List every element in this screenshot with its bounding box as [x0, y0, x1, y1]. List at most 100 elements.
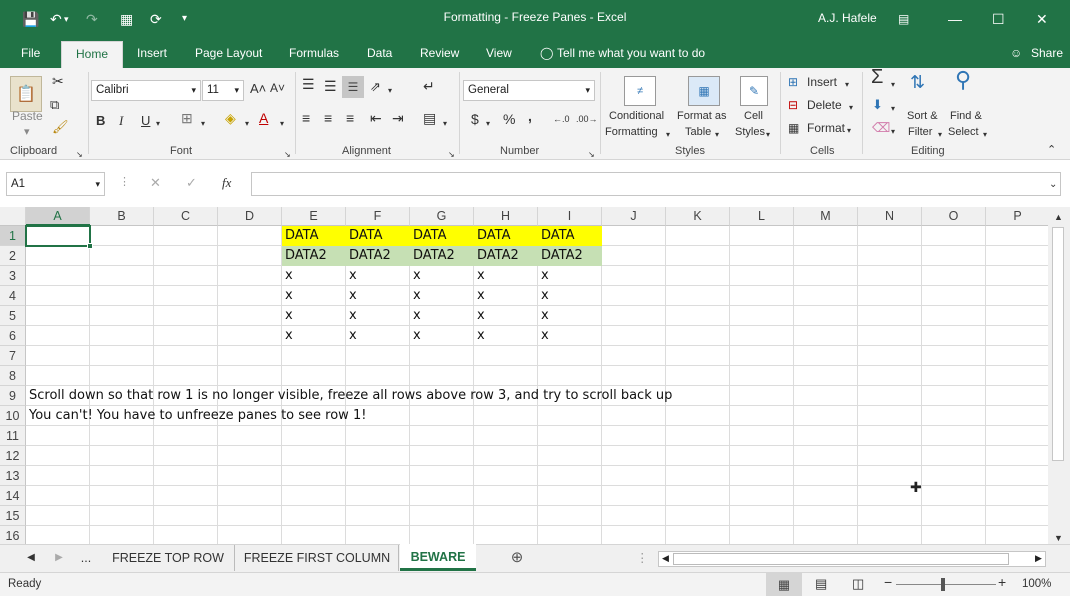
align-right-icon[interactable]: ≡ — [346, 111, 354, 125]
column-header-j[interactable]: J — [602, 207, 666, 226]
new-sheet-icon[interactable]: ⊕ — [507, 545, 527, 571]
fill-dropdown-icon[interactable]: ▾ — [891, 102, 895, 115]
cell-i4[interactable]: x — [538, 286, 549, 305]
cell-styles-dropdown-icon[interactable]: ▾ — [766, 128, 770, 141]
insert-function-button[interactable]: fx — [222, 176, 231, 189]
scroll-tabs-right-icon[interactable]: ▶ — [53, 545, 65, 571]
minimize-icon[interactable]: — — [948, 9, 962, 29]
font-name-box[interactable]: Calibri ▾ — [91, 80, 201, 101]
format-as-table-icon[interactable]: ▦ — [688, 76, 720, 106]
vertical-scroll-thumb[interactable] — [1052, 227, 1064, 461]
row-header-14[interactable]: 14 — [0, 486, 26, 506]
insert-dropdown-icon[interactable]: ▾ — [845, 78, 849, 91]
underline-dropdown-icon[interactable]: ▾ — [156, 117, 160, 130]
align-left-icon[interactable]: ≡ — [302, 111, 310, 125]
tab-file[interactable]: File — [21, 45, 40, 61]
name-box[interactable]: A1 ▾ — [6, 172, 105, 196]
currency-dropdown-icon[interactable]: ▾ — [486, 117, 490, 130]
formula-input[interactable] — [251, 172, 1061, 196]
row-header-1[interactable]: 1 — [0, 226, 26, 246]
tab-insert[interactable]: Insert — [137, 45, 167, 61]
sheet-tab-freeze-first-column[interactable]: FREEZE FIRST COLUMN — [236, 545, 399, 571]
sort-filter-icon[interactable]: ⇅ — [910, 73, 925, 91]
zoom-out-icon[interactable]: − — [884, 575, 892, 589]
column-header-f[interactable]: F — [346, 207, 410, 226]
row-header-11[interactable]: 11 — [0, 426, 26, 446]
underline-button[interactable]: U — [141, 114, 150, 127]
row-header-7[interactable]: 7 — [0, 346, 26, 366]
borders-icon[interactable]: ⊞ — [181, 111, 193, 125]
format-as-table-label1[interactable]: Format as — [677, 110, 727, 123]
insert-button[interactable]: Insert — [807, 76, 837, 89]
tab-view[interactable]: View — [486, 45, 512, 61]
cell-f3[interactable]: x — [346, 266, 357, 285]
zoom-slider[interactable] — [896, 584, 996, 585]
column-header-d[interactable]: D — [218, 207, 282, 226]
cell-f1[interactable]: DATA — [346, 226, 383, 245]
borders-dropdown-icon[interactable]: ▾ — [201, 117, 205, 130]
zoom-slider-thumb[interactable] — [941, 578, 945, 591]
cut-icon[interactable]: ✂ — [52, 74, 64, 88]
merge-dropdown-icon[interactable]: ▾ — [443, 117, 447, 130]
find-select-label2[interactable]: Select — [948, 126, 979, 139]
delete-dropdown-icon[interactable]: ▾ — [849, 101, 853, 114]
scroll-tabs-left-icon[interactable]: ◀ — [25, 545, 37, 571]
find-select-icon[interactable]: ⚲ — [955, 69, 971, 91]
column-header-l[interactable]: L — [730, 207, 794, 226]
column-header-k[interactable]: K — [666, 207, 730, 226]
row-header-2[interactable]: 2 — [0, 246, 26, 266]
fill-color-icon[interactable]: ◈ — [225, 111, 236, 125]
align-center-icon[interactable]: ≡ — [324, 111, 332, 125]
page-break-view-icon[interactable]: ◫ — [852, 577, 864, 590]
autosum-icon[interactable]: Σ — [871, 67, 883, 87]
share-button[interactable]: Share — [1031, 45, 1063, 61]
select-all-corner[interactable] — [0, 207, 26, 226]
insert-cells-icon[interactable]: ⊞ — [788, 76, 798, 89]
paste-dropdown-icon[interactable]: ▾ — [24, 126, 30, 139]
cell-h2[interactable]: DATA2 — [474, 246, 519, 265]
alignment-launcher-icon[interactable]: ↘ — [448, 148, 455, 161]
zoom-in-icon[interactable]: + — [998, 575, 1006, 589]
number-format-dropdown-icon[interactable]: ▾ — [585, 81, 590, 99]
column-header-i[interactable]: I — [538, 207, 602, 226]
column-header-p[interactable]: P — [986, 207, 1048, 226]
spreadsheet-grid[interactable]: ABCDEFGHIJKLMNOP 1 2 3 4 5 6 7 8 9 10 11 12 13 14 15 16… — [0, 207, 1048, 544]
cancel-entry-icon[interactable]: ✕ — [150, 176, 161, 189]
collapse-ribbon-icon[interactable]: ⌃ — [1047, 144, 1056, 157]
bold-button[interactable]: B — [96, 114, 105, 127]
maximize-icon[interactable]: ☐ — [992, 9, 1005, 29]
cell-h1[interactable]: DATA — [474, 226, 511, 245]
increase-decimal-icon[interactable]: ←.0 — [553, 113, 570, 126]
tab-splitter-icon[interactable]: ⋮ — [636, 545, 649, 571]
row-header-16[interactable]: 16 — [0, 526, 26, 544]
row-header-8[interactable]: 8 — [0, 366, 26, 386]
column-header-c[interactable]: C — [154, 207, 218, 226]
cell-f5[interactable]: x — [346, 306, 357, 325]
number-format-box[interactable]: General ▾ — [463, 80, 595, 101]
row-header-13[interactable]: 13 — [0, 466, 26, 486]
wrap-text-icon[interactable]: ↵ — [423, 79, 435, 93]
decrease-decimal-icon[interactable]: .00→ — [576, 113, 598, 126]
column-header-b[interactable]: B — [90, 207, 154, 226]
font-color-dropdown-icon[interactable]: ▾ — [280, 117, 284, 130]
scroll-up-icon[interactable]: ▲ — [1054, 211, 1063, 224]
row-header-10[interactable]: 10 — [0, 406, 26, 426]
tab-page-layout[interactable]: Page Layout — [195, 45, 262, 61]
cell-h3[interactable]: x — [474, 266, 485, 285]
increase-indent-icon[interactable]: ⇥ — [392, 111, 404, 125]
sort-filter-dropdown-icon[interactable]: ▾ — [938, 128, 942, 141]
row-header-5[interactable]: 5 — [0, 306, 26, 326]
paste-icon[interactable]: 📋 — [10, 76, 42, 112]
name-box-dropdown-icon[interactable]: ▾ — [95, 173, 100, 195]
column-header-e[interactable]: E — [282, 207, 346, 226]
cell-h5[interactable]: x — [474, 306, 485, 325]
bottom-align-icon[interactable]: ☰ — [342, 76, 364, 98]
zoom-level[interactable]: 100% — [1022, 578, 1051, 591]
conditional-formatting-dropdown-icon[interactable]: ▾ — [666, 128, 670, 141]
cell-h6[interactable]: x — [474, 326, 485, 345]
delete-button[interactable]: Delete — [807, 99, 842, 112]
decrease-indent-icon[interactable]: ⇤ — [370, 111, 382, 125]
scroll-right-icon[interactable]: ▶ — [1035, 553, 1042, 564]
clipboard-launcher-icon[interactable]: ↘ — [76, 148, 83, 161]
cell-f4[interactable]: x — [346, 286, 357, 305]
